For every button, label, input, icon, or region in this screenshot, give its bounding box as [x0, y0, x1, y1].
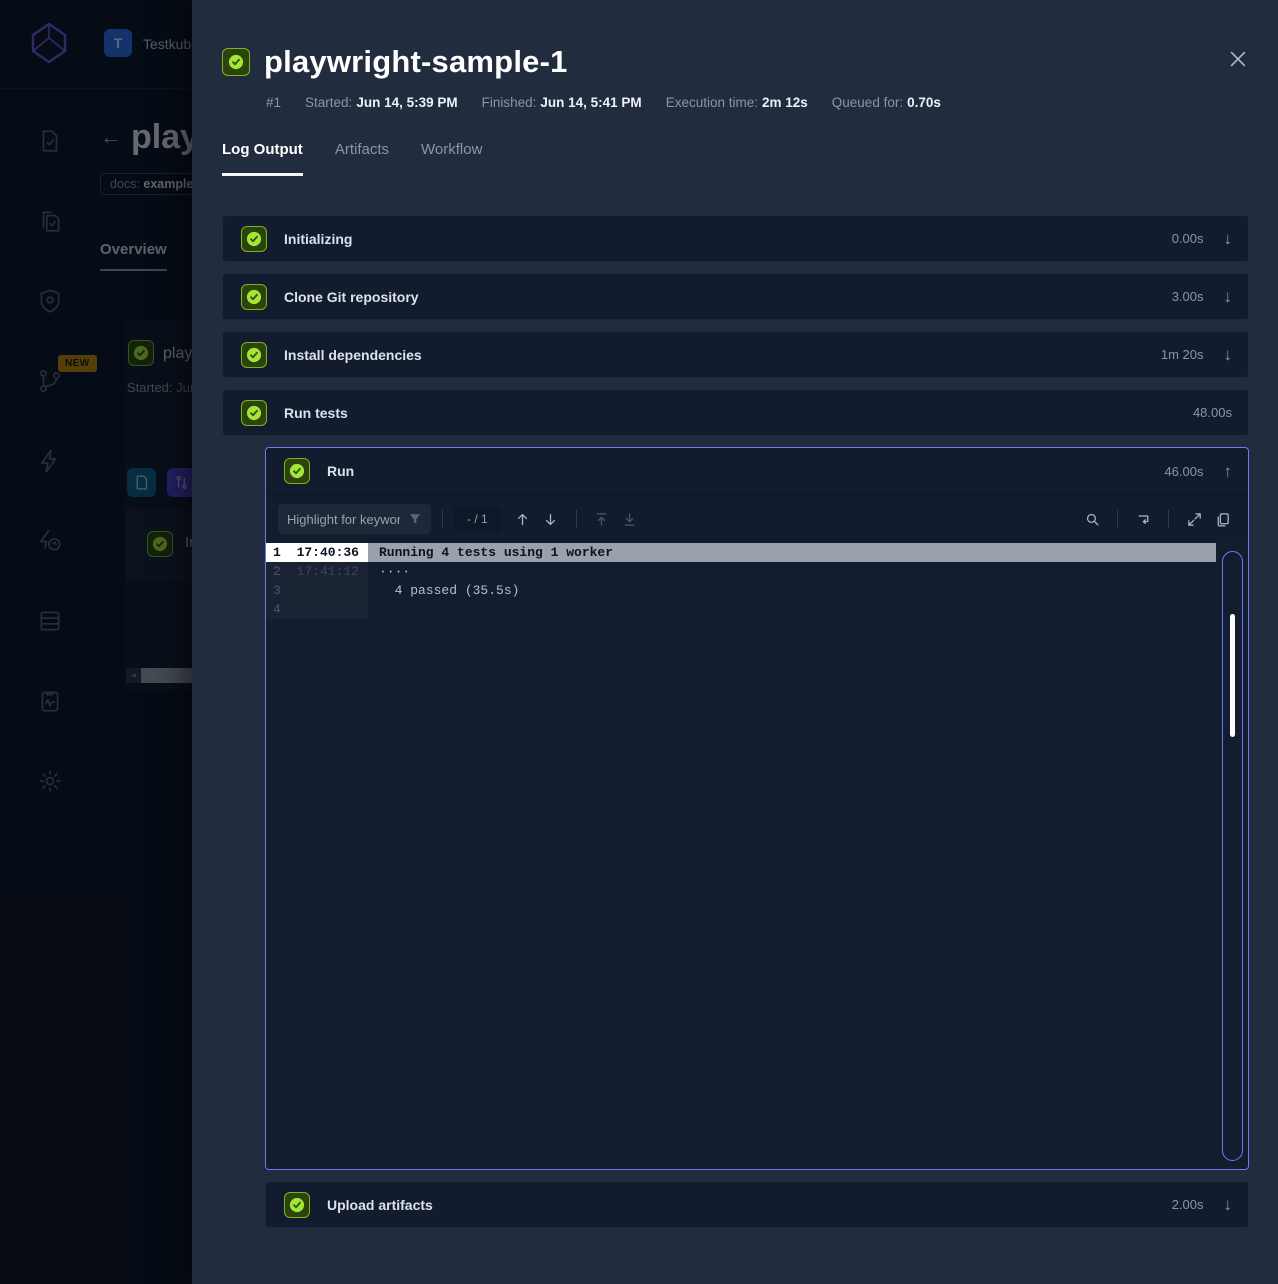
log-line[interactable]: 4 — [266, 600, 1248, 619]
step-row-clone-git[interactable]: Clone Git repository 3.00s ↓ — [222, 273, 1249, 320]
tab-log-output[interactable]: Log Output — [222, 141, 303, 176]
scrollbar-thumb[interactable] — [1230, 614, 1235, 737]
chevron-down-icon[interactable]: ↓ — [1224, 1196, 1233, 1213]
step-label: Upload artifacts — [327, 1197, 433, 1213]
line-timestamp — [290, 600, 368, 619]
status-passed-icon — [241, 400, 267, 426]
line-timestamp — [290, 581, 368, 600]
log-line[interactable]: 2 17:41:12 ···· — [266, 562, 1248, 581]
status-passed-icon — [222, 48, 250, 76]
status-passed-icon — [241, 284, 267, 310]
step-duration: 1m 20s — [1161, 347, 1204, 362]
log-toolbar: - / 1 — [266, 495, 1248, 543]
step-label: Run — [327, 463, 354, 479]
step-label: Install dependencies — [284, 347, 422, 363]
step-row-initializing[interactable]: Initializing 0.00s ↓ — [222, 215, 1249, 262]
meta-queued: Queued for:0.70s — [832, 95, 941, 110]
next-match-icon[interactable] — [537, 505, 565, 533]
line-text: 4 passed (35.5s) — [368, 581, 1216, 600]
line-text: ···· — [368, 562, 1216, 581]
tab-artifacts[interactable]: Artifacts — [335, 141, 389, 176]
step-label: Run tests — [284, 405, 348, 421]
chevron-up-icon[interactable]: ↑ — [1224, 463, 1233, 480]
toolbar-divider — [576, 510, 577, 528]
status-passed-icon — [284, 458, 310, 484]
meta-started: Started:Jun 14, 5:39 PM — [305, 95, 458, 110]
tab-workflow[interactable]: Workflow — [421, 141, 482, 176]
execution-number: #1 — [266, 95, 281, 110]
line-number[interactable]: 2 — [266, 562, 290, 581]
toolbar-divider — [1168, 510, 1169, 528]
previous-match-icon[interactable] — [509, 505, 537, 533]
step-label: Initializing — [284, 231, 352, 247]
toolbar-divider — [1117, 510, 1118, 528]
line-timestamp: 17:41:12 — [290, 562, 368, 581]
log-line[interactable]: 3 4 passed (35.5s) — [266, 581, 1248, 600]
step-duration: 46.00s — [1164, 464, 1203, 479]
log-output-area[interactable]: 1 17:40:36 Running 4 tests using 1 worke… — [266, 543, 1248, 1169]
line-text — [368, 600, 1216, 619]
meta-finished: Finished:Jun 14, 5:41 PM — [482, 95, 642, 110]
line-timestamp: 17:40:36 — [290, 543, 368, 562]
drawer-tabs: Log Output Artifacts Workflow — [192, 141, 1278, 176]
run-step-expanded: Run 46.00s ↑ - / 1 — [265, 447, 1249, 1170]
keyword-input[interactable] — [287, 512, 400, 527]
status-passed-icon — [284, 1192, 310, 1218]
word-wrap-icon[interactable] — [1129, 505, 1157, 533]
keyword-highlight-field[interactable] — [278, 504, 431, 534]
meta-execution-time: Execution time:2m 12s — [666, 95, 808, 110]
search-match-counter: - / 1 — [454, 506, 501, 532]
page-title: playwright-sample-1 — [264, 44, 568, 80]
line-text: Running 4 tests using 1 worker — [368, 543, 1216, 562]
step-duration: 0.00s — [1172, 231, 1204, 246]
execution-drawer: playwright-sample-1 #1 Started:Jun 14, 5… — [192, 0, 1278, 1284]
line-number[interactable]: 3 — [266, 581, 290, 600]
drawer-header: playwright-sample-1 #1 Started:Jun 14, 5… — [192, 0, 1278, 110]
copy-icon[interactable] — [1208, 505, 1236, 533]
execution-meta: #1 Started:Jun 14, 5:39 PM Finished:Jun … — [266, 95, 1208, 110]
run-step-header[interactable]: Run 46.00s ↑ — [266, 448, 1248, 495]
vertical-scrollbar[interactable] — [1222, 551, 1243, 1161]
scroll-to-top-icon[interactable] — [588, 505, 616, 533]
steps-list: Initializing 0.00s ↓ Clone Git repositor… — [222, 215, 1249, 1228]
step-row-upload-artifacts[interactable]: Upload artifacts 2.00s ↓ — [265, 1181, 1249, 1228]
step-label: Clone Git repository — [284, 289, 419, 305]
chevron-down-icon[interactable]: ↓ — [1224, 346, 1233, 363]
step-duration: 48.00s — [1193, 405, 1232, 420]
close-icon[interactable] — [1227, 48, 1249, 70]
step-row-install-deps[interactable]: Install dependencies 1m 20s ↓ — [222, 331, 1249, 378]
step-duration: 3.00s — [1172, 289, 1204, 304]
chevron-down-icon[interactable]: ↓ — [1224, 288, 1233, 305]
chevron-down-icon[interactable]: ↓ — [1224, 230, 1233, 247]
fullscreen-expand-icon[interactable] — [1180, 505, 1208, 533]
search-icon[interactable] — [1078, 505, 1106, 533]
line-number[interactable]: 1 — [266, 543, 290, 562]
modal-dim-overlay[interactable] — [0, 0, 192, 1284]
step-duration: 2.00s — [1172, 1197, 1204, 1212]
status-passed-icon — [241, 226, 267, 252]
status-passed-icon — [241, 342, 267, 368]
filter-funnel-icon — [408, 512, 422, 526]
toolbar-divider — [442, 510, 443, 528]
scroll-to-bottom-icon[interactable] — [616, 505, 644, 533]
log-line[interactable]: 1 17:40:36 Running 4 tests using 1 worke… — [266, 543, 1248, 562]
line-number[interactable]: 4 — [266, 600, 290, 619]
step-row-run-tests[interactable]: Run tests 48.00s — [222, 389, 1249, 436]
